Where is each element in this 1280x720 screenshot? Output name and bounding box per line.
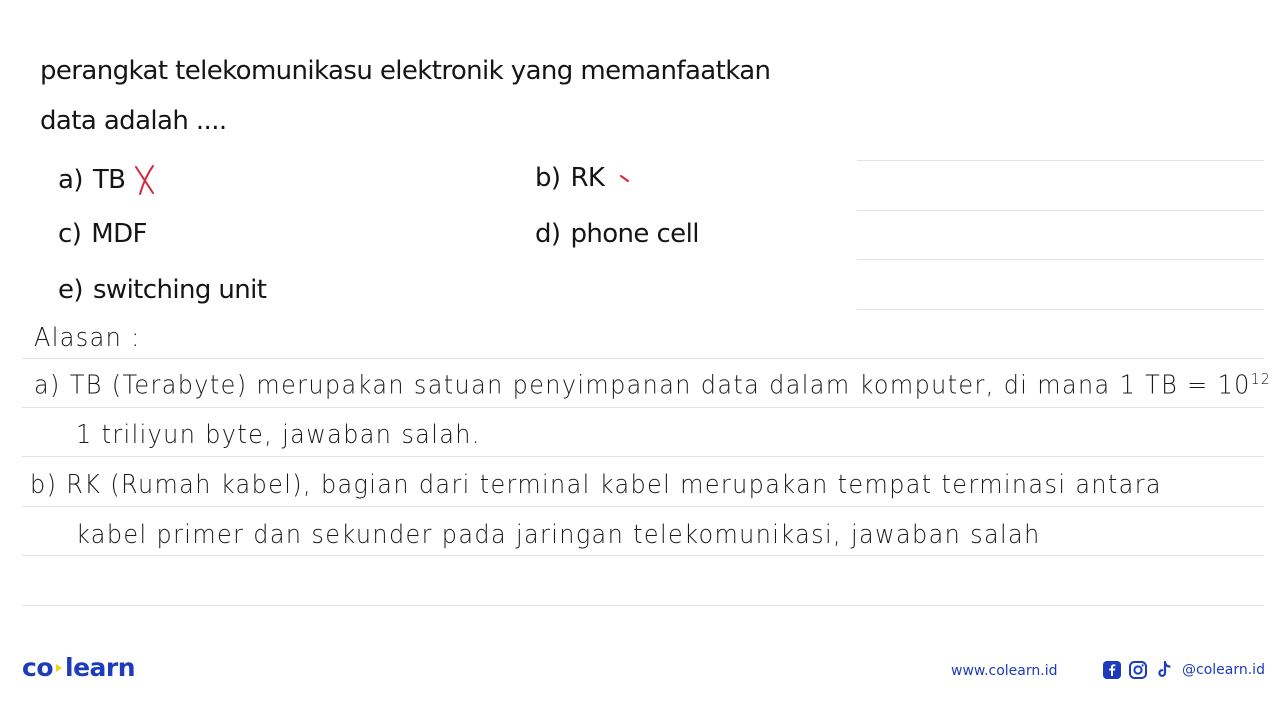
explanation-line-1-text: a) TB (Terabyte) merupakan satuan penyim… xyxy=(34,370,1251,401)
facebook-icon[interactable] xyxy=(1102,660,1122,680)
website-link[interactable]: www.colearn.id xyxy=(951,663,1057,679)
ruled-line xyxy=(857,309,1264,310)
ruled-line xyxy=(22,456,1264,457)
colearn-logo[interactable]: co learn xyxy=(22,653,136,682)
explanation-line-1: a) TB (Terabyte) merupakan satuan penyim… xyxy=(34,370,1280,401)
option-e[interactable]: e) switching unit xyxy=(58,275,267,305)
instagram-icon[interactable] xyxy=(1128,660,1148,680)
explanation-line-2: 1 triliyun byte, jawaban salah. xyxy=(76,420,481,450)
social-handle[interactable]: @colearn.id xyxy=(1182,662,1265,678)
logo-right: learn xyxy=(65,653,136,682)
option-text: phone cell xyxy=(570,219,699,249)
exponent: 12 xyxy=(1250,370,1272,388)
wrong-x-mark-icon xyxy=(135,165,155,195)
explanation-line-3: b) RK (Rumah kabel), bagian dari termina… xyxy=(30,470,1162,500)
social-links: @colearn.id xyxy=(1102,660,1265,680)
option-b[interactable]: b) RK xyxy=(535,163,638,193)
option-text: MDF xyxy=(91,219,147,249)
explanation-heading: Alasan : xyxy=(34,323,141,353)
question-text-line-1: perangkat telekomunikasu elektronik yang… xyxy=(40,56,771,86)
option-letter: a) xyxy=(58,165,83,195)
logo-dot-icon xyxy=(56,663,62,672)
option-text: TB xyxy=(92,165,126,195)
ruled-line xyxy=(22,555,1264,556)
option-letter: e) xyxy=(58,275,84,305)
explanation-line-1-suffix: atau xyxy=(1271,371,1280,401)
ruled-line xyxy=(22,358,1264,359)
ruled-line xyxy=(857,259,1264,260)
question-text-line-2: data adalah .... xyxy=(40,106,227,136)
explanation-line-4: kabel primer dan sekunder pada jaringan … xyxy=(76,520,1041,550)
option-letter: d) xyxy=(535,219,561,249)
option-letter: b) xyxy=(535,163,561,193)
option-text: RK xyxy=(570,163,605,193)
option-c[interactable]: c) MDF xyxy=(58,219,147,249)
ruled-line xyxy=(22,506,1264,507)
option-a[interactable]: a) TB xyxy=(58,163,161,197)
option-text: switching unit xyxy=(92,275,267,305)
ruled-line xyxy=(857,160,1264,161)
logo-left: co xyxy=(22,653,54,682)
ruled-line xyxy=(857,210,1264,211)
option-d[interactable]: d) phone cell xyxy=(535,219,699,249)
tiktok-icon[interactable] xyxy=(1154,660,1174,680)
ruled-line xyxy=(22,605,1264,606)
ruled-line xyxy=(22,407,1264,408)
dash-mark-icon xyxy=(620,175,630,182)
option-letter: c) xyxy=(58,219,82,249)
